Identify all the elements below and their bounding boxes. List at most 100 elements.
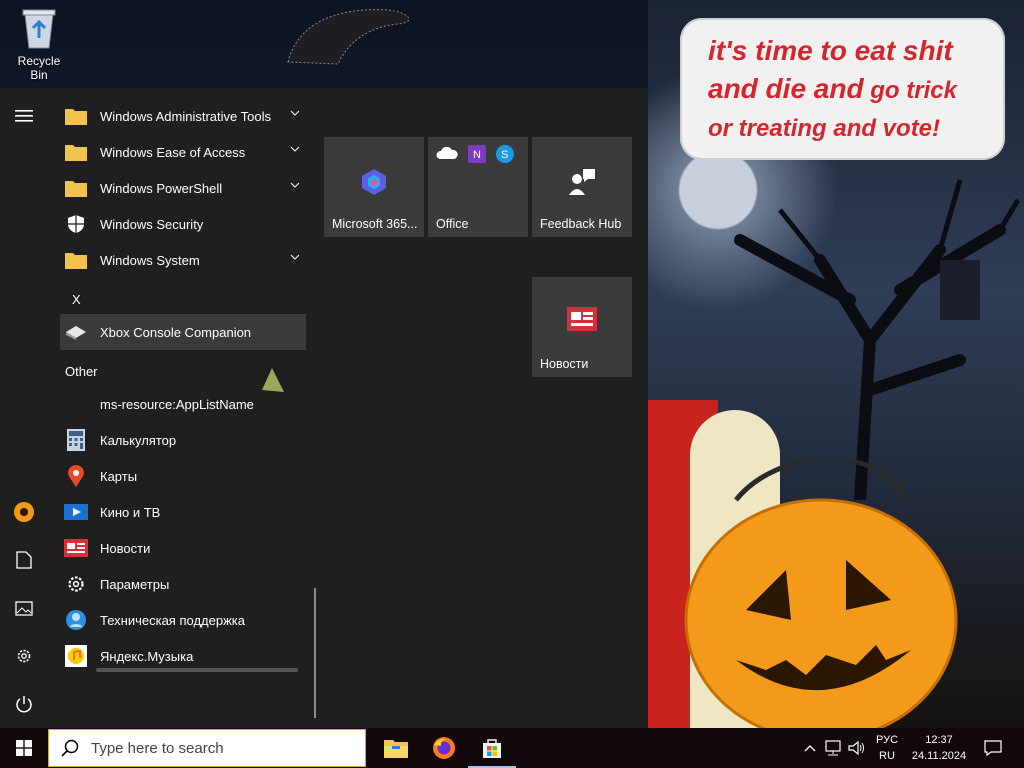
pictures-button[interactable]: [0, 588, 48, 628]
app-windows-system[interactable]: Windows System: [60, 242, 306, 278]
jack-o-lantern-graphic: [684, 460, 958, 728]
app-label: Xbox Console Companion: [100, 324, 252, 340]
recycle-bin[interactable]: Recycle Bin: [8, 6, 70, 82]
app-label: Карты: [100, 468, 138, 484]
hamburger-icon: [15, 110, 33, 122]
app-windows-security[interactable]: Windows Security: [60, 206, 306, 242]
app-label: Windows PowerShell: [100, 180, 223, 196]
app-list-horizontal-scrollbar[interactable]: [96, 668, 298, 672]
app-windows-ease-of-access[interactable]: Windows Ease of Access: [60, 134, 306, 170]
firefox-icon: [433, 737, 455, 759]
taskbar: РУС RU 12:37 24.11.2024: [0, 728, 1024, 768]
calculator-icon: [67, 429, 85, 451]
recycle-bin-icon: [22, 9, 56, 49]
app-tech-support[interactable]: Техническая поддержка: [60, 602, 306, 638]
chevron-down-icon: [290, 110, 300, 116]
search-icon: [61, 739, 79, 757]
taskbar-file-explorer[interactable]: [372, 728, 420, 768]
app-label: Windows Ease of Access: [100, 144, 246, 160]
app-movies-tv[interactable]: Кино и ТВ: [60, 494, 306, 530]
search-input[interactable]: [89, 738, 353, 758]
app-label: Новости: [100, 540, 151, 556]
app-label: Windows System: [100, 252, 200, 268]
tile-label: Office: [436, 217, 469, 231]
tile-feedback-hub[interactable]: Feedback Hub: [532, 137, 632, 237]
chevron-down-icon: [290, 182, 300, 188]
bubble-line-3: or treating and vote!: [708, 115, 941, 142]
input-language-indicator[interactable]: РУС RU: [870, 732, 904, 764]
app-label: Параметры: [100, 576, 170, 592]
documents-button[interactable]: [0, 540, 48, 580]
feedback-hub-icon: [569, 169, 595, 195]
recycle-bin-label: Recycle Bin: [17, 54, 61, 82]
start-rail: [0, 88, 48, 728]
skype-icon: S: [496, 145, 514, 163]
app-list: Windows Administrative Tools Windows Eas…: [48, 98, 316, 718]
maps-icon: [68, 465, 84, 487]
expand-menu-button[interactable]: [0, 96, 48, 136]
start-menu: Windows Administrative Tools Windows Eas…: [0, 88, 648, 728]
microsoft-365-icon: [362, 169, 386, 195]
start-button[interactable]: [0, 728, 48, 768]
show-hidden-icons-button[interactable]: [800, 728, 820, 768]
power-button[interactable]: [0, 684, 48, 724]
news-icon: [567, 307, 597, 331]
store-icon: [483, 739, 501, 758]
tile-label: Feedback Hub: [540, 217, 622, 231]
app-news[interactable]: Новости: [60, 530, 306, 566]
app-windows-admin-tools[interactable]: Windows Administrative Tools: [60, 98, 306, 134]
taskbar-clock[interactable]: 12:37 24.11.2024: [910, 732, 968, 764]
app-settings[interactable]: Параметры: [60, 566, 306, 602]
tile-microsoft-365[interactable]: Microsoft 365...: [324, 137, 424, 237]
tile-label: Новости: [540, 357, 589, 371]
taskbar-microsoft-store[interactable]: [468, 728, 516, 768]
tile-label: Microsoft 365...: [332, 217, 418, 231]
lang-code: РУС: [875, 734, 899, 746]
chevron-down-icon: [290, 254, 300, 260]
letter-header-x[interactable]: X: [72, 292, 81, 307]
cursor-hat-icon: [262, 368, 284, 392]
app-list-scrollbar[interactable]: [314, 588, 316, 718]
onedrive-icon: [436, 146, 458, 159]
chevron-up-icon: [804, 745, 816, 752]
witch-hat-graphic: [287, 9, 410, 65]
shield-icon: [68, 215, 84, 233]
app-xbox-console-companion[interactable]: Xbox Console Companion: [60, 314, 306, 350]
app-label: Яндекс.Музыка: [100, 648, 194, 664]
network-button[interactable]: [822, 728, 844, 768]
chevron-down-icon: [290, 146, 300, 152]
folder-icon: [65, 109, 87, 125]
svg-text:N: N: [473, 149, 481, 161]
tile-office[interactable]: N S Office: [428, 137, 528, 237]
folder-icon: [65, 253, 87, 269]
movies-icon: [64, 504, 88, 520]
app-label: Техническая поддержка: [100, 612, 245, 628]
user-account-button[interactable]: [0, 492, 48, 532]
music-icon: [65, 645, 87, 667]
taskbar-search[interactable]: [48, 729, 366, 767]
group-header-other[interactable]: Other: [65, 364, 98, 379]
app-label: Windows Administrative Tools: [100, 108, 271, 124]
bubble-line-2a: and die and: [708, 73, 864, 104]
folder-icon: [65, 145, 87, 161]
taskbar-firefox[interactable]: [420, 728, 468, 768]
volume-button[interactable]: [846, 728, 868, 768]
clock-time: 12:37: [925, 734, 953, 746]
xbox-icon: [66, 326, 86, 340]
app-label: Windows Security: [100, 216, 204, 232]
documents-icon: [16, 551, 32, 569]
volume-icon: [848, 740, 864, 756]
pictures-icon: [15, 600, 33, 616]
app-windows-powershell[interactable]: Windows PowerShell: [60, 170, 306, 206]
settings-button[interactable]: [0, 636, 48, 676]
action-center-button[interactable]: [978, 728, 1008, 768]
svg-text:S: S: [501, 149, 508, 161]
network-icon: [825, 740, 841, 756]
app-calculator[interactable]: Калькулятор: [60, 422, 306, 458]
onenote-icon: N: [468, 145, 486, 163]
tile-news[interactable]: Новости: [532, 277, 632, 377]
bubble-line-2b: go trick: [863, 77, 957, 104]
settings-icon: [17, 649, 31, 663]
app-maps[interactable]: Карты: [60, 458, 306, 494]
user-avatar-icon: [14, 502, 34, 522]
